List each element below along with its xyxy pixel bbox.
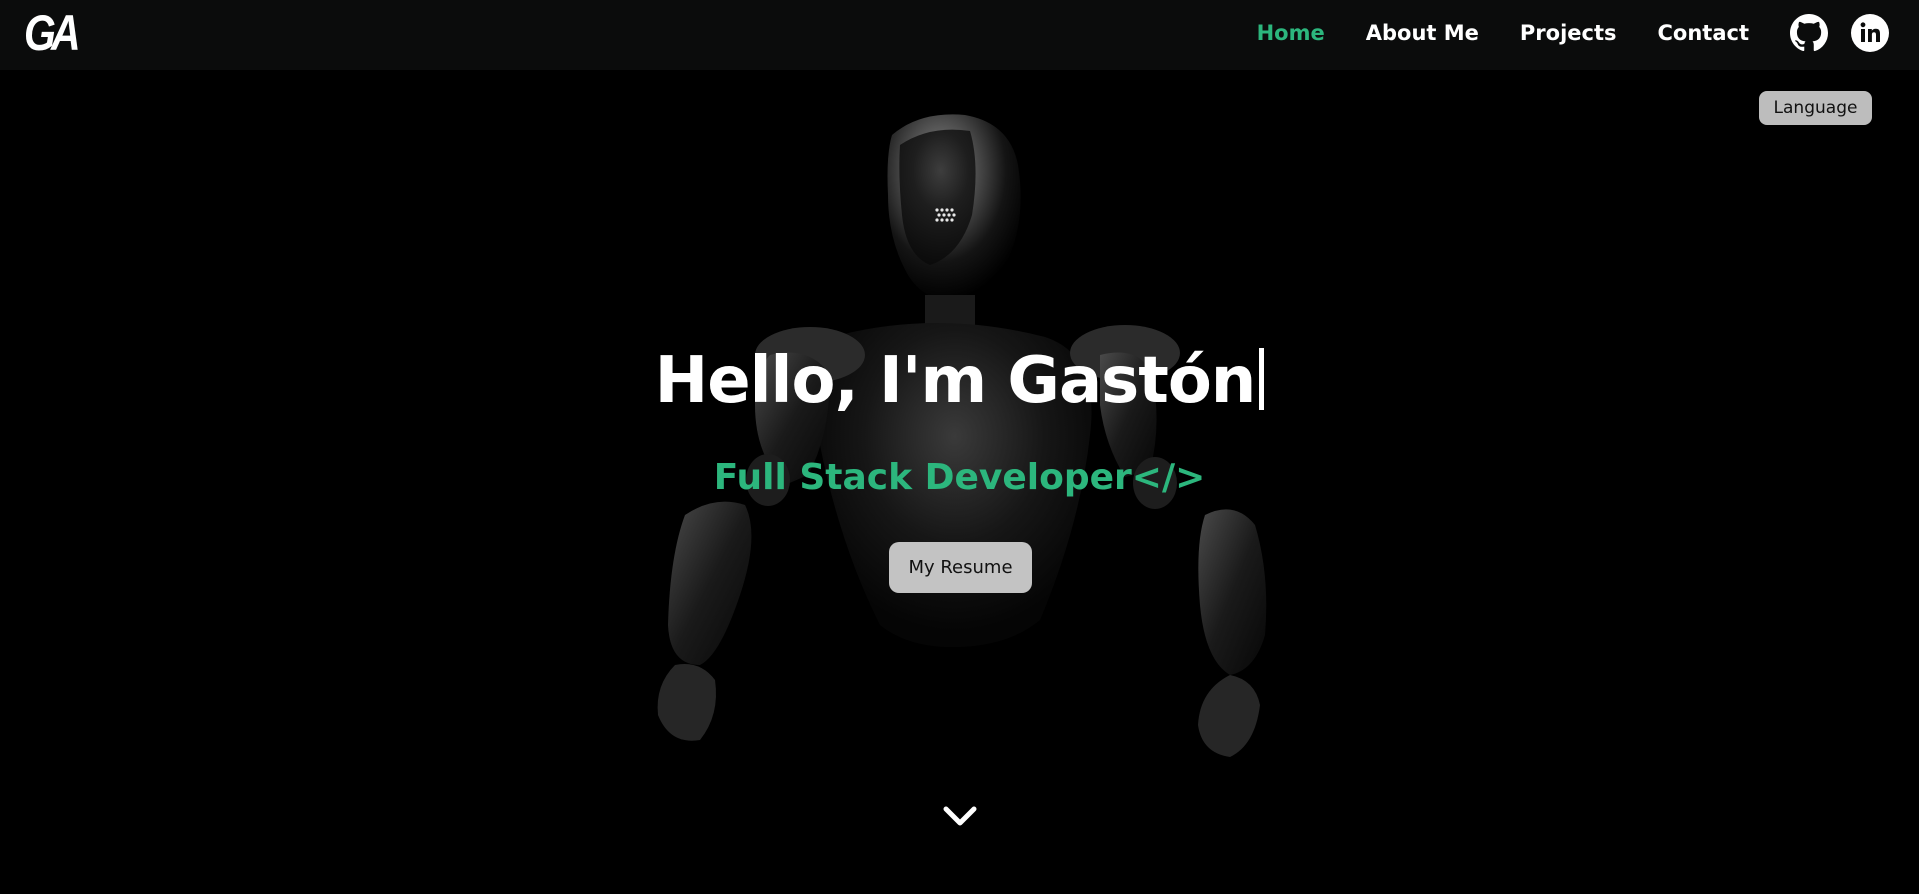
hero-title: Hello, I'm Gastón (0, 336, 1919, 426)
nav-link-about-me[interactable]: About Me (1366, 21, 1479, 45)
top-navbar: GA Home About Me Projects Contact (0, 0, 1919, 70)
nav-link-home[interactable]: Home (1257, 21, 1325, 45)
hero-subtitle: Full Stack Developer</> (713, 457, 1206, 498)
site-logo[interactable]: GA (24, 8, 81, 58)
nav-link-contact[interactable]: Contact (1658, 21, 1750, 45)
hero-title-text: Hello, I'm Gastón (654, 344, 1257, 418)
my-resume-button[interactable]: My Resume (889, 542, 1032, 593)
language-button[interactable]: Language (1759, 91, 1872, 125)
linkedin-icon[interactable] (1851, 14, 1889, 52)
main-nav: Home About Me Projects Contact (1257, 0, 1749, 66)
typing-cursor (1259, 348, 1265, 410)
github-icon[interactable] (1790, 14, 1828, 52)
nav-link-projects[interactable]: Projects (1520, 21, 1617, 45)
robot-figure (657, 114, 1267, 757)
chevron-down-icon[interactable] (941, 802, 979, 830)
